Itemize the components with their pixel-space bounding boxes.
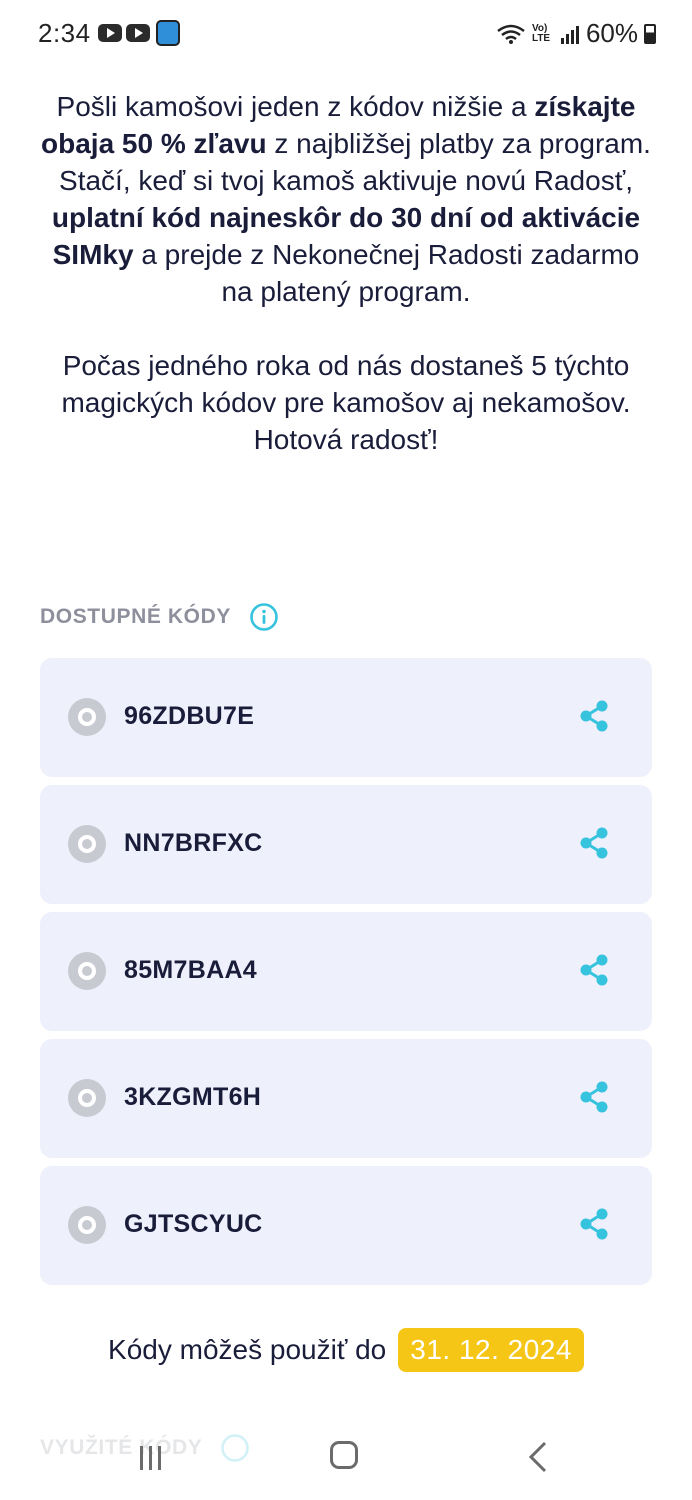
notification-icons <box>98 20 180 46</box>
app-notification-icon <box>156 20 180 46</box>
intro-text: Pošli kamošovi jeden z kódov nižšie a <box>56 91 535 122</box>
radio-icon[interactable] <box>68 825 106 863</box>
intro-text: a prejde z Nekonečnej Radosti zadarmo na… <box>133 239 640 307</box>
status-right: Vo) LTE 60% <box>496 18 656 49</box>
code-value: GJTSCYUC <box>124 1210 263 1238</box>
validity-info: Kódy môžeš použiť do 31. 12. 2024 <box>0 1328 692 1372</box>
code-value: 96ZDBU7E <box>124 702 255 730</box>
radio-icon[interactable] <box>68 1206 106 1244</box>
info-icon[interactable] <box>249 602 279 632</box>
code-card[interactable]: 3KZGMT6H <box>40 1039 652 1158</box>
code-value: 85M7BAA4 <box>124 956 258 984</box>
code-card[interactable]: NN7BRFXC <box>40 785 652 904</box>
recent-apps-icon[interactable] <box>136 1442 166 1472</box>
youtube-icon <box>98 24 122 42</box>
network-type-label: Vo) LTE <box>531 22 551 44</box>
referral-paragraph-1: Pošli kamošovi jeden z kódov nižšie a zí… <box>38 88 654 310</box>
youtube-icon <box>126 24 150 42</box>
radio-icon[interactable] <box>68 698 106 736</box>
available-codes-title: DOSTUPNÉ KÓDY <box>40 605 231 628</box>
code-card[interactable]: 85M7BAA4 <box>40 912 652 1031</box>
code-card[interactable]: 96ZDBU7E <box>40 658 652 777</box>
status-time: 2:34 <box>38 18 91 48</box>
validity-label: Kódy môžeš použiť do <box>108 1334 387 1365</box>
share-icon[interactable] <box>576 825 612 861</box>
share-icon[interactable] <box>576 698 612 734</box>
system-nav-bar <box>0 1420 692 1500</box>
share-icon[interactable] <box>576 952 612 988</box>
share-icon[interactable] <box>576 1079 612 1115</box>
referral-paragraph-2: Počas jedného roka od nás dostaneš 5 týc… <box>61 350 631 455</box>
status-bar: 2:34 Vo) LTE 60% <box>0 0 692 66</box>
battery-icon <box>644 23 656 44</box>
signal-icon <box>560 25 579 44</box>
code-list: 96ZDBU7E NN7BRFXC 85M7BAA4 3KZGMT6H GJTS… <box>40 658 652 1293</box>
code-value: 3KZGMT6H <box>124 1083 262 1111</box>
radio-icon[interactable] <box>68 1079 106 1117</box>
wifi-icon <box>497 24 525 44</box>
code-card[interactable]: GJTSCYUC <box>40 1166 652 1285</box>
radio-icon[interactable] <box>68 952 106 990</box>
battery-percent: 60% <box>585 18 638 48</box>
share-icon[interactable] <box>576 1206 612 1242</box>
code-value: NN7BRFXC <box>124 829 263 857</box>
referral-description: Pošli kamošovi jeden z kódov nižšie a zí… <box>38 88 654 458</box>
back-icon[interactable] <box>526 1440 550 1474</box>
home-icon[interactable] <box>330 1441 358 1469</box>
validity-date-badge: 31. 12. 2024 <box>398 1328 584 1372</box>
available-codes-header: DOSTUPNÉ KÓDY <box>40 602 279 632</box>
